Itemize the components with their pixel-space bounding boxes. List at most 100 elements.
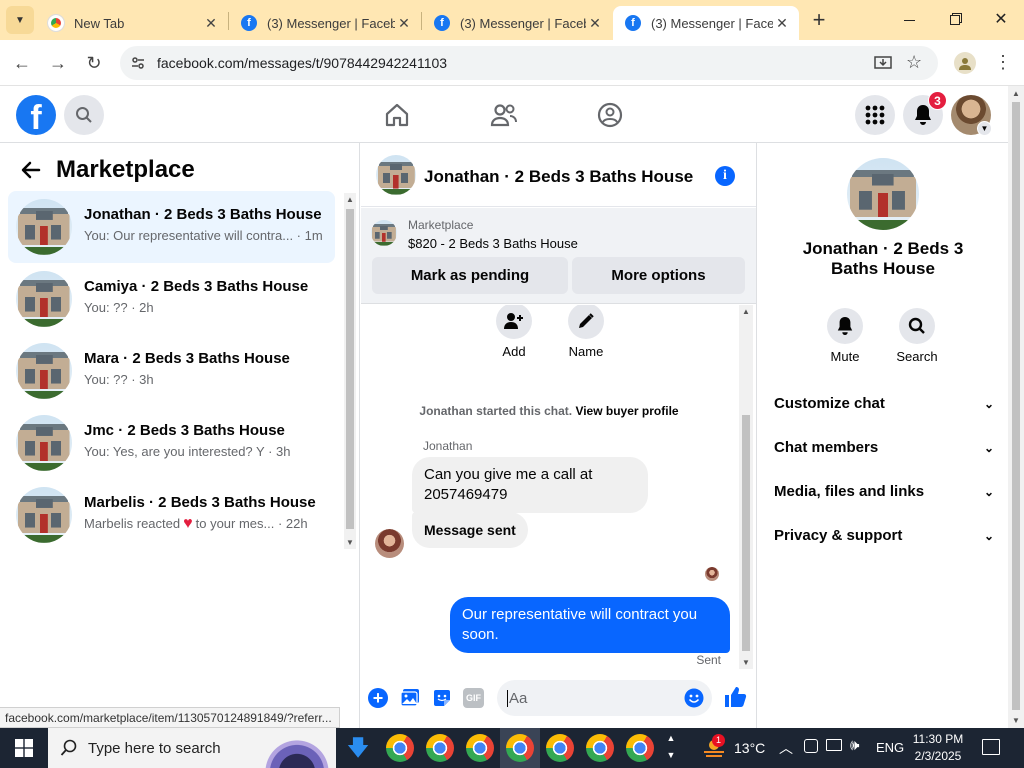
close-window-button[interactable]: ✕ xyxy=(984,8,1018,32)
like-button[interactable] xyxy=(723,685,747,709)
nav-home[interactable] xyxy=(384,102,410,128)
chat-panel: Jonathan · 2 Beds 3 Baths House i Market… xyxy=(361,143,757,728)
site-info-icon[interactable] xyxy=(130,55,146,71)
meet-now-icon[interactable] xyxy=(804,739,818,753)
browser-tab-4[interactable]: f (3) Messenger | Facebook ✕ xyxy=(613,6,799,40)
minimize-button[interactable] xyxy=(892,8,926,32)
conversation-item[interactable]: Mara · 2 Beds 3 Baths House You: ?? · 3h xyxy=(8,335,335,407)
emoji-button[interactable] xyxy=(684,688,704,708)
scroll-up-arrow-icon[interactable]: ▲ xyxy=(346,195,354,204)
account-chevron-icon[interactable]: ▼ xyxy=(977,121,992,136)
privacy-support-section[interactable]: Privacy & support ⌄ xyxy=(774,527,994,544)
customize-chat-section[interactable]: Customize chat ⌄ xyxy=(774,395,994,412)
conversation-item[interactable]: Marbelis · 2 Beds 3 Baths House Marbelis… xyxy=(8,479,335,551)
close-tab-icon[interactable]: ✕ xyxy=(586,15,604,32)
details-thumbnail[interactable] xyxy=(847,158,919,230)
browser-tab-2[interactable]: f (3) Messenger | Facebook ✕ xyxy=(229,6,421,40)
sender-avatar[interactable] xyxy=(375,529,404,558)
browser-tab-1[interactable]: New Tab ✕ xyxy=(36,6,228,40)
name-chat-button[interactable] xyxy=(568,305,604,339)
attach-image-button[interactable] xyxy=(400,688,420,708)
info-button[interactable]: i xyxy=(715,166,735,186)
list-scrollbar[interactable]: ▲ ▼ xyxy=(344,193,356,549)
media-files-links-section[interactable]: Media, files and links ⌄ xyxy=(774,483,994,500)
sent-status: Sent xyxy=(696,653,721,667)
downloads-taskbar-icon[interactable]: 🡇 xyxy=(345,736,371,762)
message-input[interactable]: Aa xyxy=(497,680,712,716)
nav-friends[interactable] xyxy=(490,102,518,128)
listing-price-title[interactable]: $820 - 2 Beds 3 Baths House xyxy=(408,236,578,251)
tab-search-button[interactable]: ▼ xyxy=(6,6,34,34)
chat-members-section[interactable]: Chat members ⌄ xyxy=(774,439,994,456)
clock[interactable]: 11:30 PM 2/3/2025 xyxy=(906,731,970,765)
close-tab-icon[interactable]: ✕ xyxy=(202,15,220,32)
language-indicator[interactable]: ENG xyxy=(876,740,904,755)
install-app-icon[interactable] xyxy=(874,54,892,72)
restore-icon xyxy=(950,15,960,25)
scrollbar-thumb[interactable] xyxy=(742,415,750,651)
scroll-up-arrow-icon[interactable]: ▲ xyxy=(742,307,750,316)
taskbar-scroll-arrows[interactable]: ▲ ▼ xyxy=(664,730,678,764)
facebook-logo[interactable]: f xyxy=(16,95,56,135)
forward-button[interactable]: → xyxy=(45,50,71,76)
chrome-taskbar-icon[interactable] xyxy=(506,734,534,762)
conversation-item[interactable]: Jmc · 2 Beds 3 Baths House You: Yes, are… xyxy=(8,407,335,479)
show-hidden-icons-chevron-icon[interactable]: ︿ xyxy=(779,738,793,758)
page-scrollbar[interactable]: ▲ ▼ xyxy=(1008,86,1024,728)
listing-banner-thumbnail[interactable] xyxy=(371,220,397,246)
chrome-taskbar-icon[interactable] xyxy=(586,734,614,762)
tab-title: (3) Messenger | Facebook xyxy=(460,15,586,31)
restore-button[interactable] xyxy=(938,8,972,32)
conversation-item[interactable]: Camiya · 2 Beds 3 Baths House You: ?? · … xyxy=(8,263,335,335)
conversation-item[interactable]: Jonathan · 2 Beds 3 Baths House You: Our… xyxy=(8,191,335,263)
chat-header-thumbnail[interactable] xyxy=(376,155,416,195)
chrome-taskbar-icon[interactable] xyxy=(386,734,414,762)
scroll-down-arrow-icon[interactable]: ▼ xyxy=(742,658,750,667)
more-actions-button[interactable]: + xyxy=(368,688,388,708)
mark-pending-button[interactable]: Mark as pending xyxy=(372,257,568,294)
new-tab-button[interactable]: + xyxy=(806,8,832,34)
weather-temperature[interactable]: 13°C xyxy=(734,740,765,756)
message-bubble-received[interactable]: Message sent xyxy=(412,512,528,548)
chat-header-title[interactable]: Jonathan · 2 Beds 3 Baths House xyxy=(424,167,693,187)
reload-button[interactable]: ↻ xyxy=(81,50,107,76)
sticker-button[interactable] xyxy=(432,688,452,708)
browser-tab-3[interactable]: f (3) Messenger | Facebook ✕ xyxy=(422,6,612,40)
chrome-taskbar-icon[interactable] xyxy=(426,734,454,762)
more-options-button[interactable]: More options xyxy=(572,257,745,294)
address-bar[interactable]: facebook.com/messages/t/9078442942241103… xyxy=(120,46,938,80)
scroll-down-arrow-icon[interactable]: ▼ xyxy=(346,538,354,547)
scrollbar-thumb[interactable] xyxy=(1012,102,1020,710)
close-tab-icon[interactable]: ✕ xyxy=(395,15,413,32)
details-title: Jonathan · 2 Beds 3 Baths House xyxy=(802,239,964,278)
scroll-up-arrow-icon[interactable]: ▲ xyxy=(1012,89,1020,98)
taskbar-search-box[interactable]: Type here to search xyxy=(48,728,336,768)
search-button[interactable] xyxy=(64,95,104,135)
network-icon[interactable] xyxy=(826,739,842,751)
scrollbar-thumb[interactable] xyxy=(346,209,354,529)
start-button[interactable] xyxy=(0,728,48,768)
browser-menu-icon[interactable]: ⋮ xyxy=(994,52,1012,72)
message-bubble-sent[interactable]: Our representative will contract you soo… xyxy=(450,597,730,653)
chrome-taskbar-icon[interactable] xyxy=(546,734,574,762)
bookmark-star-icon[interactable]: ☆ xyxy=(906,52,922,73)
view-buyer-profile-link[interactable]: View buyer profile xyxy=(575,404,678,418)
back-arrow-button[interactable] xyxy=(20,159,44,183)
chrome-taskbar-icon[interactable] xyxy=(626,734,654,762)
message-bubble-received[interactable]: Can you give me a call at 2057469479 xyxy=(412,457,648,513)
menu-button[interactable] xyxy=(855,95,895,135)
scroll-down-arrow-icon[interactable]: ▼ xyxy=(1012,716,1020,725)
mute-button[interactable] xyxy=(827,308,863,344)
back-button[interactable]: ← xyxy=(9,50,35,76)
notification-center-icon[interactable] xyxy=(982,739,1000,755)
gif-button[interactable]: GIF xyxy=(463,688,484,708)
chat-body[interactable]: Add Name Jonathan started this chat. Vie… xyxy=(361,305,737,670)
chat-scrollbar[interactable]: ▲ ▼ xyxy=(739,305,753,669)
search-in-chat-button[interactable] xyxy=(899,308,935,344)
chrome-taskbar-icon[interactable] xyxy=(466,734,494,762)
nav-groups[interactable] xyxy=(597,102,623,128)
add-people-button[interactable] xyxy=(496,305,532,339)
close-tab-icon[interactable]: ✕ xyxy=(773,15,791,32)
volume-icon[interactable]: 🕪 xyxy=(850,737,859,754)
profile-icon[interactable] xyxy=(954,52,976,74)
